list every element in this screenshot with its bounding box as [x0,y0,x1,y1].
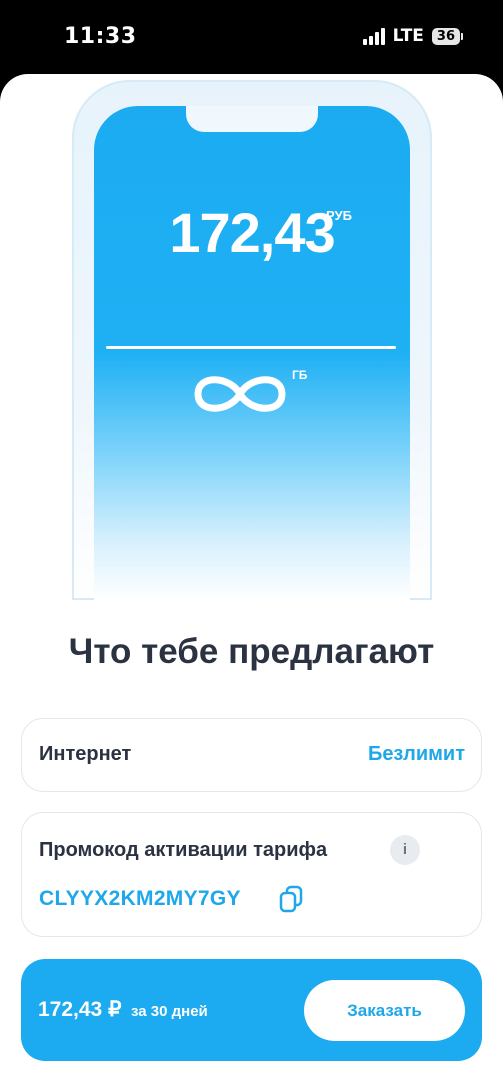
order-bar: 172,43 ₽ за 30 дней Заказать [21,959,482,1061]
phone-notch [186,106,318,132]
network-type: LTE [392,26,424,46]
tariff-sheet: 172,43 РУБ ГБ Что тебе предлагают Интерн… [0,74,503,1090]
infinity-icon [190,364,290,424]
order-button[interactable]: Заказать [304,980,465,1041]
battery-level: 36 [431,27,460,45]
internet-card: Интернет Безлимит [21,718,482,792]
balance-value: 172,43 [169,201,335,264]
promo-card: Промокод активации тарифа i CLYYX2KM2MY7… [21,812,482,937]
internet-value: Безлимит [367,743,465,765]
data-unit: ГБ [292,368,308,382]
internet-label: Интернет [39,743,132,765]
status-time: 11:33 [64,24,137,49]
status-indicators: LTE 36 [362,26,463,46]
order-price: 172,43 ₽ [38,998,122,1021]
battery-icon: 36 [431,27,463,45]
balance-display: 172,43 РУБ [94,200,410,265]
promo-label: Промокод активации тарифа [39,839,328,861]
order-period: за 30 дней [131,1003,208,1020]
info-icon[interactable]: i [390,835,420,865]
page-title: Что тебе предлагают [68,632,435,671]
cellular-signal-icon [362,27,385,45]
balance-divider [106,346,396,349]
phone-illustration: 172,43 РУБ ГБ [72,80,432,600]
balance-unit: РУБ [326,208,352,223]
copy-icon[interactable] [278,885,304,913]
status-bar: 11:33 LTE 36 [0,0,503,76]
phone-screen: 172,43 РУБ ГБ [94,106,410,600]
promo-code: CLYYX2KM2MY7GY [39,887,241,910]
